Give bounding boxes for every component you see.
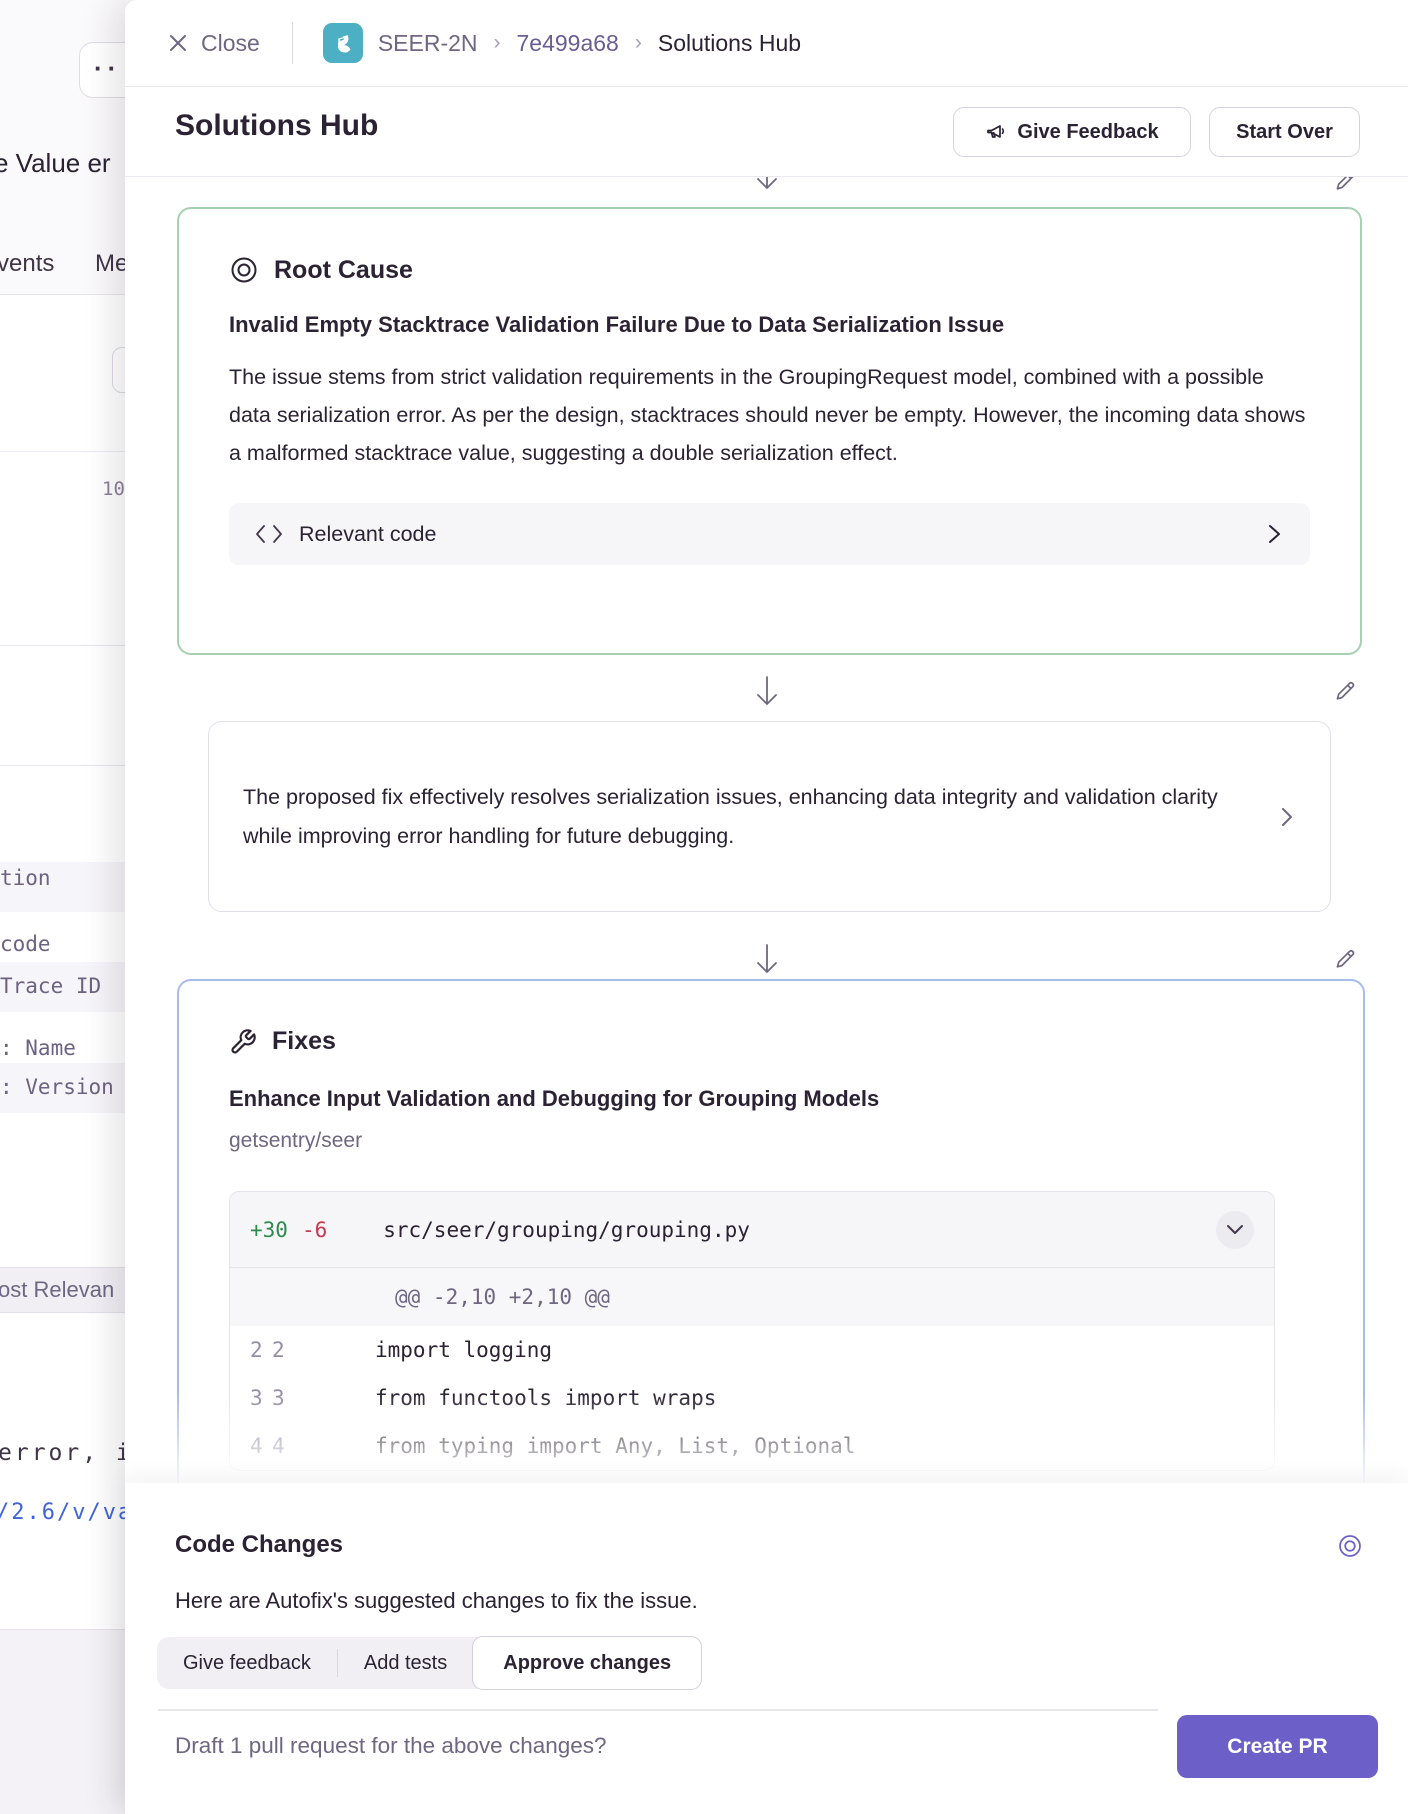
relevant-code-label: Relevant code	[299, 522, 436, 547]
background-divider	[0, 451, 140, 452]
chip-label: ost Relevan	[0, 1277, 114, 1303]
diff-removed-count: -6	[302, 1218, 327, 1242]
chevron-right-icon: ›	[635, 31, 642, 55]
wrench-icon	[229, 1028, 257, 1056]
diff-box: +30 -6 src/seer/grouping/grouping.py @@ …	[229, 1191, 1275, 1471]
background-kv-row: code	[0, 932, 51, 956]
target-icon	[229, 255, 259, 285]
root-cause-description: The issue stems from strict validation r…	[229, 358, 1310, 472]
ellipsis-dots: ··	[94, 53, 121, 84]
close-label: Close	[201, 30, 260, 57]
diff-old-line-number: 4	[230, 1434, 272, 1458]
root-cause-card: Root Cause Invalid Empty Stacktrace Vali…	[177, 207, 1362, 655]
background-page: ·· e Value er vents Me 10 tion code Trac…	[0, 0, 140, 1814]
close-button[interactable]: Close	[167, 30, 260, 57]
edit-pencil-button[interactable]	[1325, 671, 1365, 711]
diff-new-line-number: 2	[272, 1338, 314, 1362]
diff-old-line-number: 2	[230, 1338, 272, 1362]
add-tests-action[interactable]: Add tests	[338, 1637, 473, 1689]
breadcrumb: SEER-2N › 7e499a68 › Solutions Hub	[378, 30, 801, 57]
fixes-header: Fixes	[229, 1027, 1313, 1056]
chevron-right-icon	[1278, 805, 1296, 829]
fixes-card: Fixes Enhance Input Validation and Debug…	[177, 979, 1365, 1483]
breadcrumb-current: Solutions Hub	[658, 30, 801, 57]
fix-title: Enhance Input Validation and Debugging f…	[229, 1086, 1313, 1112]
root-cause-title: Invalid Empty Stacktrace Validation Fail…	[229, 312, 1310, 338]
background-kv-row: Trace ID	[0, 974, 101, 998]
diff-added-count: +30	[250, 1218, 288, 1242]
start-over-label: Start Over	[1236, 121, 1333, 144]
diff-old-line-number: 3	[230, 1386, 272, 1410]
fixes-heading: Fixes	[272, 1027, 336, 1056]
diff-line: 3 3 from functools import wraps	[230, 1374, 1274, 1422]
background-tab-me[interactable]: Me	[95, 250, 128, 278]
flow-down-arrow-icon	[754, 943, 780, 977]
solution-summary-text: The proposed fix effectively resolves se…	[243, 778, 1254, 856]
flow-down-arrow-icon	[754, 176, 780, 193]
megaphone-icon	[985, 121, 1007, 143]
create-pr-button[interactable]: Create PR	[1177, 1715, 1378, 1778]
background-issue-title: e Value er	[0, 148, 111, 179]
background-footer-surface	[0, 1630, 140, 1814]
drawer-topbar: Close SEER-2N › 7e499a68 › Solutions Hub	[125, 0, 1408, 87]
edit-pencil-button[interactable]	[1325, 939, 1365, 979]
edit-pencil-button[interactable]	[1325, 176, 1365, 201]
background-tab-events[interactable]: vents	[0, 250, 54, 278]
diff-file-path: src/seer/grouping/grouping.py	[383, 1218, 750, 1242]
action-segmented-control: Give feedback Add tests Approve changes	[157, 1637, 701, 1689]
give-feedback-button[interactable]: Give Feedback	[953, 107, 1191, 157]
background-most-relevant-chip[interactable]: ost Relevan	[0, 1267, 140, 1313]
diff-hunk-header: @@ -2,10 +2,10 @@	[230, 1268, 1274, 1326]
breadcrumb-issue-id[interactable]: 7e499a68	[517, 30, 619, 57]
diff-line: 2 2 import logging	[230, 1326, 1274, 1374]
topbar-divider	[292, 22, 293, 64]
background-link-line[interactable]: /2.6/v/va	[0, 1500, 133, 1525]
target-icon[interactable]	[1337, 1533, 1363, 1559]
breadcrumb-project[interactable]: SEER-2N	[378, 30, 478, 57]
background-kv-row: tion	[0, 866, 51, 890]
code-brackets-icon	[255, 523, 283, 545]
diff-new-line-number: 3	[272, 1386, 314, 1410]
diff-new-line-number: 4	[272, 1434, 314, 1458]
code-changes-title: Code Changes	[175, 1531, 343, 1559]
background-kv-row: : Version	[0, 1075, 114, 1099]
solution-summary-card[interactable]: The proposed fix effectively resolves se…	[208, 721, 1331, 912]
solutions-hub-drawer: Close SEER-2N › 7e499a68 › Solutions Hub…	[125, 0, 1408, 1814]
flow-down-arrow-icon	[754, 675, 780, 709]
background-divider	[0, 765, 140, 766]
close-icon	[167, 32, 189, 54]
approve-changes-action[interactable]: Approve changes	[472, 1636, 702, 1690]
diff-code: from functools import wraps	[375, 1386, 716, 1410]
diff-line: 4 4 from typing import Any, List, Option…	[230, 1422, 1274, 1470]
diff-file-header[interactable]: +30 -6 src/seer/grouping/grouping.py	[230, 1192, 1274, 1268]
give-feedback-action[interactable]: Give feedback	[157, 1637, 337, 1689]
root-cause-header: Root Cause	[229, 255, 1310, 285]
chevron-right-icon: ›	[494, 31, 501, 55]
seer-project-icon	[323, 23, 363, 63]
code-changes-subtitle: Here are Autofix's suggested changes to …	[175, 1588, 698, 1614]
code-changes-footer: Code Changes Here are Autofix's suggeste…	[125, 1483, 1408, 1814]
page-title: Solutions Hub	[175, 109, 378, 143]
background-divider	[0, 645, 140, 646]
footer-divider	[158, 1709, 1158, 1711]
start-over-button[interactable]: Start Over	[1209, 107, 1360, 157]
fix-repo: getsentry/seer	[229, 1129, 1313, 1153]
root-cause-heading: Root Cause	[274, 256, 413, 285]
background-axis-tick: 10	[102, 478, 125, 500]
draft-pr-question: Draft 1 pull request for the above chang…	[175, 1733, 607, 1759]
drawer-scroll-area[interactable]: Root Cause Invalid Empty Stacktrace Vali…	[125, 176, 1408, 1483]
collapse-diff-button[interactable]	[1216, 1211, 1254, 1249]
chevron-right-icon	[1264, 522, 1284, 546]
diff-code: from typing import Any, List, Optional	[375, 1434, 855, 1458]
drawer-header: Solutions Hub Give Feedback Start Over	[125, 87, 1408, 176]
relevant-code-expander[interactable]: Relevant code	[229, 503, 1310, 565]
give-feedback-label: Give Feedback	[1017, 121, 1158, 144]
background-kv-row: : Name	[0, 1036, 76, 1060]
diff-code: import logging	[375, 1338, 552, 1362]
